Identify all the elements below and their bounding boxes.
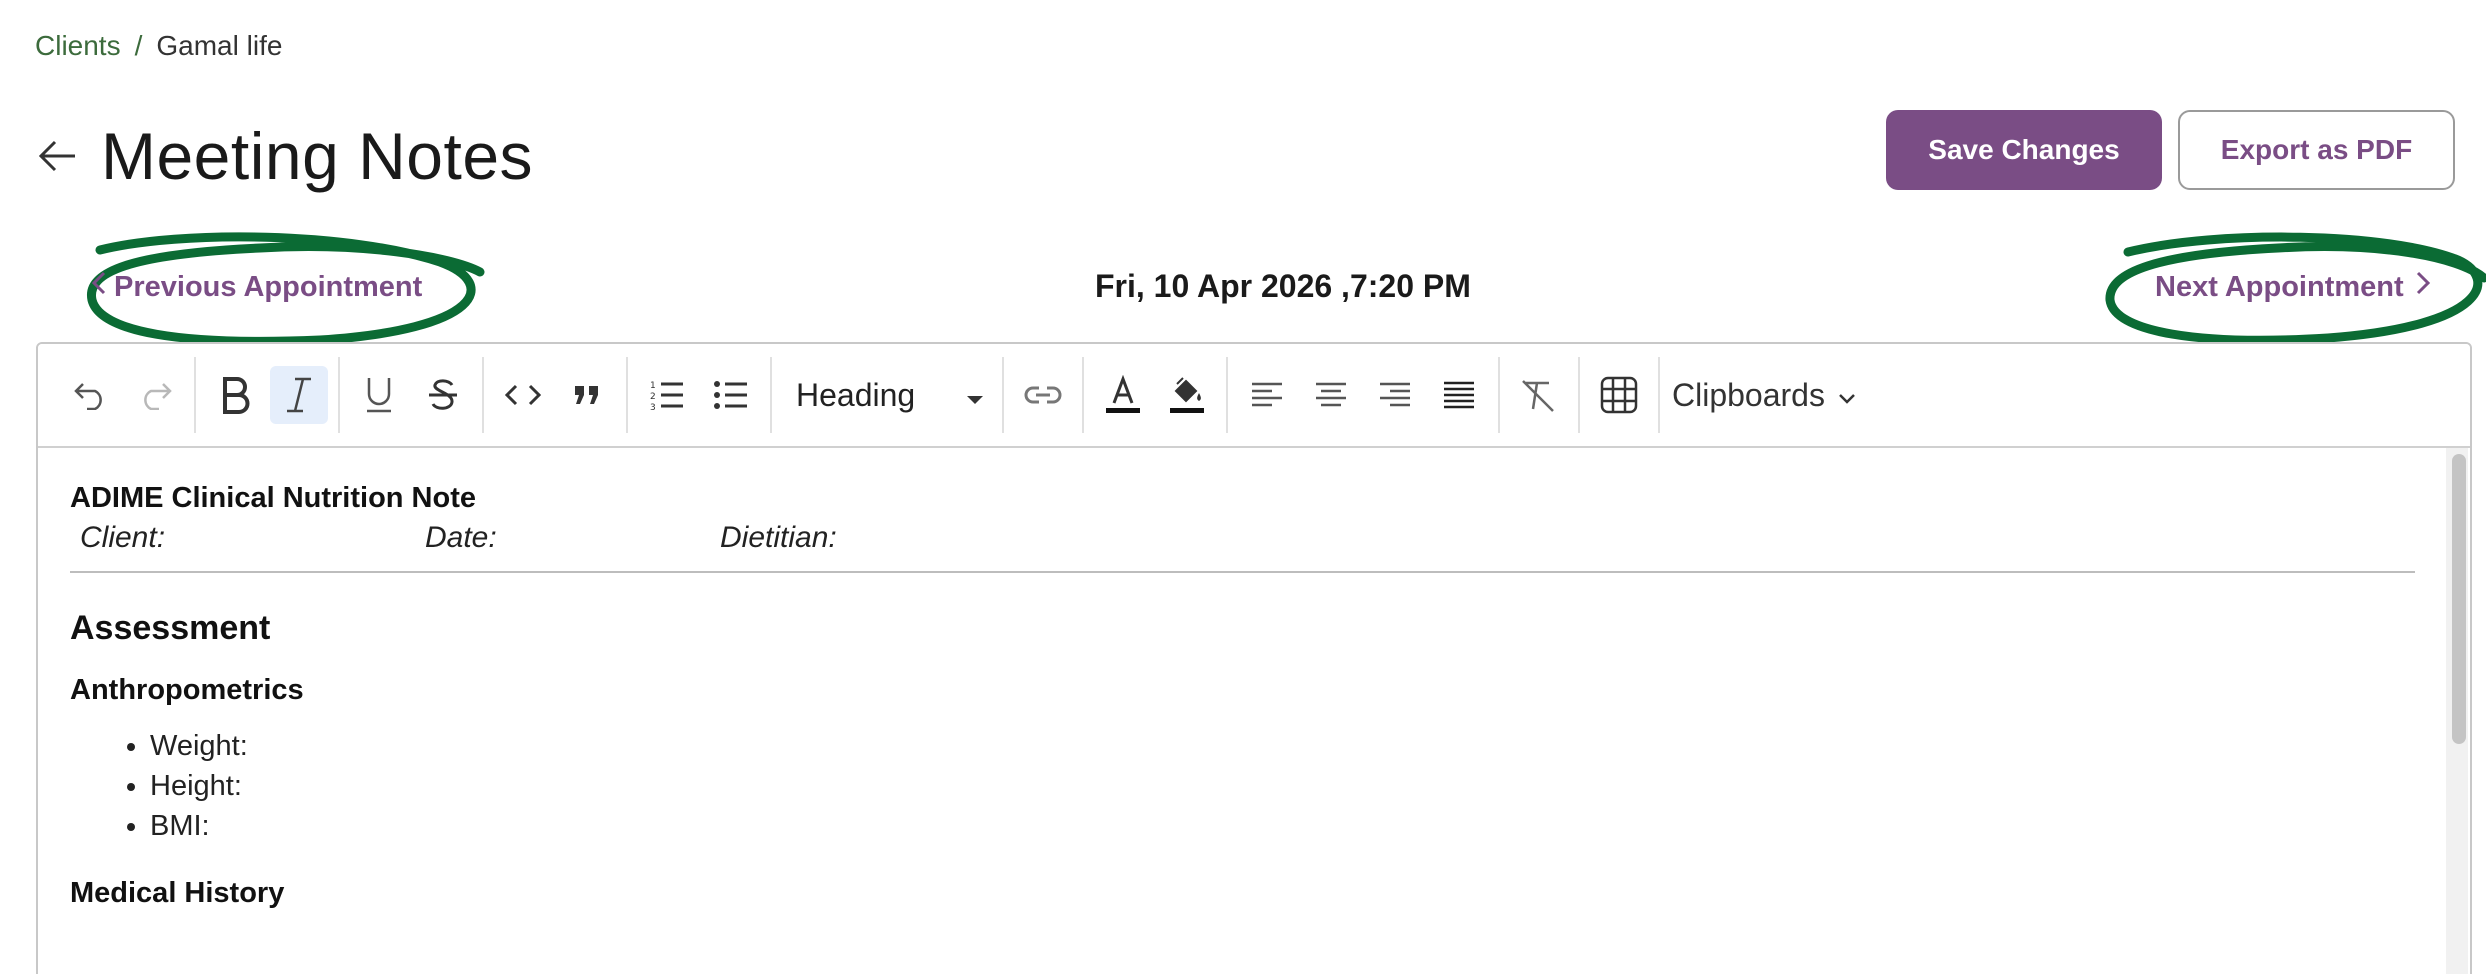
list-group: 123	[628, 357, 772, 433]
back-arrow-icon[interactable]	[35, 134, 79, 178]
section-heading-assessment: Assessment	[70, 609, 271, 647]
list-item: BMI:	[150, 807, 2414, 845]
list-item: Weight:	[150, 727, 2414, 765]
svg-text:1: 1	[650, 381, 656, 391]
appointment-datetime: Fri, 10 Apr 2026 ,7:20 PM	[1095, 268, 1471, 304]
save-changes-button[interactable]: Save Changes	[1886, 110, 2162, 190]
table-group	[1580, 357, 1660, 433]
breadcrumb-current: Gamal life	[156, 30, 283, 61]
next-appointment-button[interactable]: Next Appointment	[2155, 270, 2432, 304]
rich-text-editor: 123 Heading Clipboards ADIME Clinical Nu…	[36, 342, 2472, 974]
previous-appointment-label: Previous Appointment	[114, 270, 423, 303]
scrollbar-thumb[interactable]	[2452, 454, 2466, 744]
chevron-right-icon	[2414, 270, 2432, 304]
bullet-list-icon[interactable]	[702, 366, 760, 424]
clipboards-dropdown[interactable]: Clipboards	[1660, 377, 1869, 414]
page-title: Meeting Notes	[101, 119, 534, 193]
align-right-icon[interactable]	[1366, 366, 1424, 424]
undo-icon[interactable]	[62, 366, 120, 424]
caret-down-icon	[966, 377, 984, 414]
meta-dietitian-label: Dietitian:	[720, 521, 837, 554]
horizontal-rule	[70, 571, 2415, 573]
subheading-medical-history: Medical History	[70, 877, 285, 909]
align-justify-icon[interactable]	[1430, 366, 1488, 424]
link-icon[interactable]	[1014, 366, 1072, 424]
anthropometrics-list: Weight: Height: BMI:	[150, 727, 2414, 845]
chevron-down-icon	[1837, 377, 1857, 414]
meta-client-label: Client:	[80, 521, 166, 554]
chevron-left-icon	[90, 270, 108, 304]
meta-date-label: Date:	[425, 521, 497, 554]
breadcrumb: Clients / Gamal life	[35, 30, 282, 62]
title-row: Meeting Notes	[35, 118, 533, 194]
format-group	[196, 357, 340, 433]
heading-select-value: Heading	[796, 376, 916, 413]
bold-icon[interactable]	[206, 366, 264, 424]
subheading-anthropometrics: Anthropometrics	[70, 674, 304, 706]
clipboards-label: Clipboards	[1672, 376, 1825, 413]
code-quote-group	[484, 357, 628, 433]
heading-select[interactable]: Heading	[782, 366, 992, 424]
svg-text:3: 3	[650, 403, 656, 411]
align-left-icon[interactable]	[1238, 366, 1296, 424]
breadcrumb-separator: /	[134, 30, 143, 61]
editor-toolbar: 123 Heading Clipboards	[38, 344, 2470, 448]
code-icon[interactable]	[494, 366, 552, 424]
decoration-group	[340, 357, 484, 433]
redo-icon[interactable]	[126, 366, 184, 424]
blockquote-icon[interactable]	[558, 366, 616, 424]
highlight-color-icon[interactable]	[1158, 366, 1216, 424]
previous-appointment-button[interactable]: Previous Appointment	[90, 270, 422, 304]
text-color-icon[interactable]	[1094, 366, 1152, 424]
heading-group: Heading	[772, 357, 1004, 433]
underline-icon[interactable]	[350, 366, 408, 424]
svg-text:2: 2	[650, 392, 656, 402]
strikethrough-icon[interactable]	[414, 366, 472, 424]
table-icon[interactable]	[1590, 366, 1648, 424]
next-appointment-label: Next Appointment	[2155, 270, 2404, 303]
export-pdf-button[interactable]: Export as PDF	[2178, 110, 2455, 190]
history-group	[52, 357, 196, 433]
align-group	[1228, 357, 1500, 433]
italic-icon[interactable]	[270, 366, 328, 424]
list-item: Height:	[150, 767, 2414, 805]
clear-formatting-icon[interactable]	[1510, 366, 1568, 424]
ordered-list-icon[interactable]: 123	[638, 366, 696, 424]
clear-format-group	[1500, 357, 1580, 433]
breadcrumb-clients-link[interactable]: Clients	[35, 30, 121, 62]
note-title: ADIME Clinical Nutrition Note	[70, 482, 476, 514]
link-group	[1004, 357, 1084, 433]
color-group	[1084, 357, 1228, 433]
align-center-icon[interactable]	[1302, 366, 1360, 424]
editor-content[interactable]: ADIME Clinical Nutrition Note Client: Da…	[38, 448, 2470, 974]
note-meta-row: Client: Date: Dietitian:	[70, 521, 2414, 555]
